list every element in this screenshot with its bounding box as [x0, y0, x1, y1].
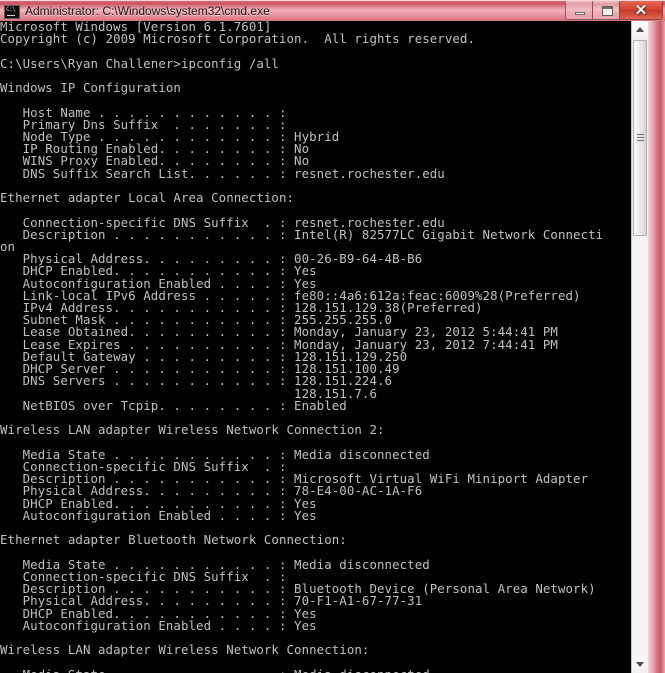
vertical-scrollbar[interactable] [631, 21, 648, 673]
scroll-up-arrow[interactable] [632, 21, 648, 38]
close-icon: ✕ [634, 2, 648, 19]
minimize-button[interactable] [565, 1, 593, 20]
caption-buttons: ✕ [565, 1, 663, 21]
scroll-down-arrow[interactable] [632, 656, 648, 673]
close-button[interactable]: ✕ [619, 1, 663, 20]
console-output-area[interactable]: Microsoft Windows [Version 6.1.7601] Cop… [0, 21, 631, 673]
minimize-icon [575, 12, 585, 15]
chevron-up-icon [636, 27, 644, 32]
title-bar-left: Administrator: C:\Windows\system32\cmd.e… [4, 3, 270, 20]
chevron-down-icon [636, 662, 644, 667]
scrollbar-track[interactable] [633, 236, 647, 656]
scrollbar-grip-icon [637, 134, 644, 142]
cmd-icon[interactable] [4, 4, 20, 19]
window-title: Administrator: C:\Windows\system32\cmd.e… [25, 4, 270, 18]
window-frame-right [648, 21, 665, 673]
title-bar[interactable]: Administrator: C:\Windows\system32\cmd.e… [0, 0, 665, 21]
maximize-button[interactable] [592, 1, 620, 20]
maximize-icon [602, 6, 613, 16]
cmd-window: Administrator: C:\Windows\system32\cmd.e… [0, 0, 665, 673]
scrollbar-thumb[interactable] [633, 40, 647, 236]
console-text: Microsoft Windows [Version 6.1.7601] Cop… [0, 21, 604, 673]
